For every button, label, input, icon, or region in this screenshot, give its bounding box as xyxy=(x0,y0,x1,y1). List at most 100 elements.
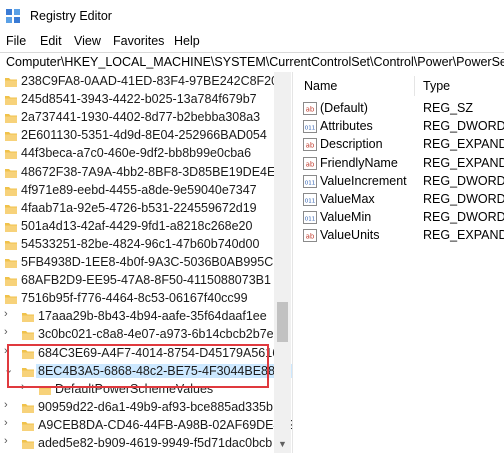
tree-key-row[interactable]: 4f971e89-eebd-4455-a8de-9e59040e7347 xyxy=(0,182,276,200)
tree-key-label: A9CEB8DA-CD46-44FB-A98B-02AF69DE4623 xyxy=(38,418,292,432)
tree-key-row[interactable]: › 90959d22-d6a1-49b9-af93-bce885ad335b xyxy=(0,399,276,417)
tree-key-label: 501a4d13-42af-4429-9fd1-a8218c268e20 xyxy=(21,219,253,233)
tree-key-row[interactable]: › aded5e82-b909-4619-9949-f5d71dac0bcb xyxy=(0,435,276,453)
value-row[interactable]: ab ValueUnits REG_EXPAND_S xyxy=(297,227,504,245)
folder-icon xyxy=(22,313,34,322)
menu-view[interactable]: View xyxy=(74,34,101,48)
value-name: ValueUnits xyxy=(320,228,380,243)
value-type: REG_DWORD xyxy=(423,173,504,188)
tree-key-row[interactable]: 54533251-82be-4824-96c1-47b60b740d00 xyxy=(0,236,276,254)
menu-favorites[interactable]: Favorites xyxy=(113,34,164,48)
svg-text:ab: ab xyxy=(306,106,315,114)
tree-scrollbar-thumb[interactable] xyxy=(277,302,288,342)
folder-icon xyxy=(22,331,34,340)
menu-file[interactable]: File xyxy=(6,34,26,48)
folder-icon xyxy=(5,277,17,286)
svg-text:ab: ab xyxy=(306,233,315,241)
values-list: Name Type ab (Default) REG_SZ 011 Attributes… xyxy=(297,72,504,453)
binary-value-icon: 011 xyxy=(303,193,317,206)
column-header-name[interactable]: Name xyxy=(304,79,337,93)
svg-text:ab: ab xyxy=(306,142,315,150)
value-row[interactable]: 011 ValueMin REG_DWORD xyxy=(297,209,504,227)
tree-key-row[interactable]: 245d8541-3943-4422-b025-13a784f679b7 xyxy=(0,91,276,109)
key-tree: 238C9FA8-0AAD-41ED-83F4-97BE242C8F20 245d… xyxy=(0,72,292,453)
expand-chevron-icon[interactable]: › xyxy=(4,435,8,447)
tree-scrollbar[interactable]: ▼ xyxy=(274,72,291,453)
tree-key-label: 44f3beca-a7c0-460e-9df2-bb8b99e0cba6 xyxy=(21,146,252,160)
value-name: ValueMax xyxy=(320,192,375,206)
annotation-highlight-box xyxy=(7,344,269,388)
tree-key-label: 4f971e89-eebd-4455-a8de-9e59040e7347 xyxy=(21,183,257,197)
expand-chevron-icon[interactable]: › xyxy=(4,399,8,411)
tree-key-row[interactable]: 2E601130-5351-4d9d-8E04-252966BAD054 xyxy=(0,127,276,145)
column-header-type[interactable]: Type xyxy=(423,79,450,93)
value-row[interactable]: 011 ValueIncrement REG_DWORD xyxy=(297,173,504,191)
column-divider[interactable] xyxy=(414,76,415,96)
folder-icon xyxy=(22,404,34,413)
folder-icon xyxy=(5,78,17,87)
svg-text:011: 011 xyxy=(305,126,316,132)
folder-icon xyxy=(5,114,17,123)
folder-icon xyxy=(22,440,34,449)
value-name: FriendlyName xyxy=(320,155,398,170)
folder-icon xyxy=(5,259,17,268)
tree-key-label: 90959d22-d6a1-49b9-af93-bce885ad335b xyxy=(38,400,273,414)
string-value-icon: ab xyxy=(303,229,317,243)
expand-chevron-icon[interactable]: › xyxy=(4,308,8,320)
address-path[interactable]: Computer\HKEY_LOCAL_MACHINE\SYSTEM\Curre… xyxy=(6,55,504,69)
window-title: Registry Editor xyxy=(30,9,112,23)
folder-icon xyxy=(5,150,17,159)
value-row[interactable]: ab (Default) REG_SZ xyxy=(297,100,504,118)
tree-key-row[interactable]: › 17aaa29b-8b43-4b94-aafe-35f64daaf1ee xyxy=(0,308,276,326)
value-name: Description xyxy=(320,137,383,152)
expand-chevron-icon[interactable]: › xyxy=(4,417,8,429)
tree-key-row[interactable]: 44f3beca-a7c0-460e-9df2-bb8b99e0cba6 xyxy=(0,145,276,163)
value-row[interactable]: 011 Attributes REG_DWORD xyxy=(297,118,504,136)
tree-key-row[interactable]: 2a737441-1930-4402-8d77-b2bebba308a3 xyxy=(0,109,276,127)
svg-text:011: 011 xyxy=(305,217,316,223)
tree-key-label: 17aaa29b-8b43-4b94-aafe-35f64daaf1ee xyxy=(38,309,267,323)
value-type: REG_EXPAND_S xyxy=(423,155,504,170)
tree-key-label: 4faab71a-92e5-4726-b531-224559672d19 xyxy=(21,201,257,215)
tree-key-label: 2a737441-1930-4402-8d77-b2bebba308a3 xyxy=(21,110,261,124)
folder-icon xyxy=(5,132,17,141)
tree-key-label: 245d8541-3943-4422-b025-13a784f679b7 xyxy=(21,92,257,106)
menu-help[interactable]: Help xyxy=(174,34,200,48)
folder-icon xyxy=(22,422,34,431)
tree-key-row[interactable]: 501a4d13-42af-4429-9fd1-a8218c268e20 xyxy=(0,218,276,236)
tree-key-row[interactable]: 48672F38-7A9A-4bb2-8BF8-3D85BE19DE4E xyxy=(0,164,276,182)
tree-key-label: 3c0bc021-c8a8-4e07-a973-6b14cbcb2b7e xyxy=(38,327,274,341)
tree-key-label: aded5e82-b909-4619-9949-f5d71dac0bcb xyxy=(38,436,273,450)
tree-key-row[interactable]: 7516b95f-f776-4464-8c53-06167f40cc99 xyxy=(0,290,276,308)
tree-key-row[interactable]: › 3c0bc021-c8a8-4e07-a973-6b14cbcb2b7e xyxy=(0,326,276,344)
folder-icon xyxy=(5,187,17,196)
registry-editor-icon xyxy=(6,9,20,23)
tree-key-label: 238C9FA8-0AAD-41ED-83F4-97BE242C8F20 xyxy=(21,74,279,88)
folder-icon xyxy=(5,205,17,214)
svg-text:011: 011 xyxy=(305,180,316,186)
tree-key-row[interactable]: › A9CEB8DA-CD46-44FB-A98B-02AF69DE4623 xyxy=(0,417,292,435)
tree-key-row[interactable]: 5FB4938D-1EE8-4b0f-9A3C-5036B0AB995C xyxy=(0,254,276,272)
scroll-down-arrow-icon[interactable]: ▼ xyxy=(278,439,287,449)
menu-bar: File Edit View Favorites Help xyxy=(0,32,504,50)
values-list-header: Name Type xyxy=(297,72,504,100)
binary-value-icon: 011 xyxy=(303,211,317,225)
tree-key-row[interactable]: 68AFB2D9-EE95-47A8-8F50-4115088073B1 xyxy=(0,272,276,290)
value-row[interactable]: ab FriendlyName REG_EXPAND_S xyxy=(297,155,504,173)
value-type: REG_EXPAND_S xyxy=(423,228,504,243)
string-value-icon: ab xyxy=(303,156,317,170)
tree-key-row[interactable]: 238C9FA8-0AAD-41ED-83F4-97BE242C8F20 xyxy=(0,73,279,91)
value-type: REG_EXPAND_S xyxy=(423,137,504,152)
tree-key-row[interactable]: 4faab71a-92e5-4726-b531-224559672d19 xyxy=(0,200,276,218)
folder-icon xyxy=(5,241,17,250)
menu-edit[interactable]: Edit xyxy=(40,34,62,48)
value-row[interactable]: 011 ValueMax REG_DWORD xyxy=(297,191,504,209)
tree-key-label: 5FB4938D-1EE8-4b0f-9A3C-5036B0AB995C xyxy=(21,255,274,269)
folder-icon xyxy=(5,169,17,178)
value-name: ValueMin xyxy=(320,210,372,225)
expand-chevron-icon[interactable]: › xyxy=(4,326,8,338)
folder-icon xyxy=(5,96,17,105)
value-type: REG_DWORD xyxy=(423,119,504,134)
value-row[interactable]: ab Description REG_EXPAND_S xyxy=(297,136,504,154)
address-bar[interactable]: Computer\HKEY_LOCAL_MACHINE\SYSTEM\Curre… xyxy=(0,52,504,73)
